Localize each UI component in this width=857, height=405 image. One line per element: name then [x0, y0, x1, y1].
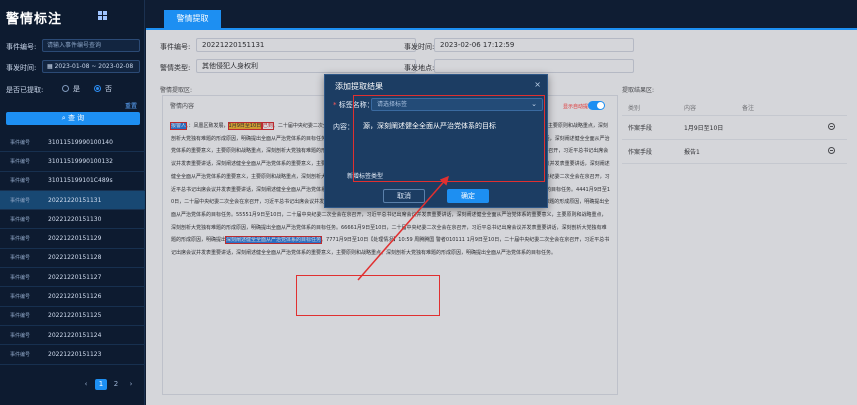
- list-item-value: 31011519990100140: [48, 138, 113, 146]
- radio-yes[interactable]: [62, 85, 69, 92]
- sidebar: 警情标注 事件编号: 请输入事件编号查询 事发时间: ▦ 2023-01-08 …: [0, 0, 145, 405]
- confirm-button[interactable]: 确定: [447, 189, 489, 203]
- list-item-key: 事件编号: [10, 332, 31, 339]
- list-item-value: 31011519990100132: [48, 157, 113, 165]
- pager-next[interactable]: ›: [125, 379, 137, 390]
- tag-select[interactable]: 请选择标签 ⌄: [371, 98, 543, 111]
- list-item-selected[interactable]: 事件编号 20221220151131: [0, 190, 145, 211]
- content-label: 内容：: [333, 123, 354, 131]
- tag-name-label-text: 标签名称：: [338, 101, 374, 109]
- app-title: 警情标注: [6, 12, 63, 27]
- list-item-value: 20221220151125: [48, 312, 102, 320]
- list-item[interactable]: 事件编号 20221220151130: [0, 210, 145, 230]
- new-tag-type-link[interactable]: 新增标签类型: [347, 171, 383, 180]
- close-icon[interactable]: ×: [534, 80, 541, 89]
- date-range-text: 2023-01-08 ~ 2023-02-08: [54, 63, 134, 70]
- list-item-key: 事件编号: [10, 313, 31, 320]
- list-item[interactable]: 事件编号 20221220151125: [0, 307, 145, 326]
- list-item[interactable]: 事件编号 20221220151123: [0, 345, 145, 365]
- list-item[interactable]: 事件编号 31011519990100132: [0, 152, 145, 172]
- list-item[interactable]: 事件编号 20221220151129: [0, 229, 145, 249]
- list-item-key: 事件编号: [10, 178, 31, 185]
- date-range-input[interactable]: ▦ 2023-01-08 ~ 2023-02-08: [42, 60, 140, 73]
- list-item[interactable]: 事件编号 20221220151126: [0, 287, 145, 307]
- list-item-key: 事件编号: [10, 351, 31, 358]
- radio-yes-label: 是: [73, 85, 80, 93]
- event-no-input[interactable]: 请输入事件编号查询: [42, 39, 140, 52]
- list-item-key: 事件编号: [10, 294, 31, 301]
- event-time-label: 事发时间:: [6, 64, 37, 72]
- list-item-key: 事件编号: [10, 139, 31, 146]
- event-no-label: 事件编号:: [6, 43, 37, 51]
- list-item-value: 20221220151128: [48, 254, 102, 262]
- list-item-value: 20221220151124: [48, 331, 102, 339]
- grid-icon[interactable]: [98, 11, 107, 20]
- list-item-key: 事件编号: [10, 216, 31, 223]
- list-item-value: 20221220151127: [48, 273, 102, 281]
- list-item-key: 事件编号: [10, 158, 31, 165]
- tag-name-label: * 标签名称：: [333, 100, 374, 110]
- list-item[interactable]: 事件编号 31011519990100140: [0, 133, 145, 153]
- list-item[interactable]: 事件编号 20221220151127: [0, 268, 145, 288]
- list-item-key: 事件编号: [10, 236, 31, 243]
- radio-no-label: 否: [105, 85, 112, 93]
- list-item-value: 20221220151123: [48, 350, 102, 358]
- pagination: ‹ 1 2 ›: [0, 379, 145, 391]
- list-item-value: 20221220151130: [48, 215, 102, 223]
- query-button-label: 查 询: [67, 114, 85, 122]
- tab-bar: 警情提取: [146, 0, 857, 30]
- dialog-title: 添加提取结果: [335, 82, 383, 91]
- pager-page-1[interactable]: 1: [95, 379, 107, 390]
- list-item-value: 20221220151129: [48, 235, 102, 243]
- extracted-label: 是否已提取:: [6, 86, 44, 94]
- tab-extract[interactable]: 警情提取: [164, 10, 221, 28]
- list-item-key: 事件编号: [10, 197, 31, 204]
- query-button[interactable]: ⌕ 查 询: [6, 112, 140, 125]
- auto-extract-toggle[interactable]: [588, 101, 605, 110]
- tag-select-placeholder: 请选择标签: [377, 101, 408, 108]
- reset-link[interactable]: 重置: [125, 101, 137, 110]
- pager-page-2[interactable]: 2: [110, 379, 122, 390]
- list-item-key: 事件编号: [10, 274, 31, 281]
- pager-prev[interactable]: ‹: [80, 379, 92, 390]
- list-item[interactable]: 事件编号 20221220151124: [0, 326, 145, 346]
- cancel-button[interactable]: 取消: [383, 189, 425, 203]
- calendar-icon: ▦: [47, 63, 55, 70]
- event-list: 事件编号 31011519990100140 事件编号 31011519990100…: [0, 133, 145, 365]
- list-item-value: 310115199101C489s: [48, 177, 113, 185]
- list-item-key: 事件编号: [10, 255, 31, 262]
- radio-no[interactable]: [94, 85, 101, 92]
- list-item[interactable]: 事件编号 20221220151128: [0, 249, 145, 269]
- list-item[interactable]: 事件编号 310115199101C489s: [0, 172, 145, 191]
- list-item-value: 20221220151131: [48, 196, 102, 204]
- chevron-down-icon: ⌄: [531, 100, 537, 108]
- content-textarea[interactable]: 源，深刻阐述健全全面从严治党体系的目标: [359, 119, 543, 155]
- required-mark: *: [333, 101, 337, 109]
- add-result-dialog: 添加提取结果 × * 标签名称： 请选择标签 ⌄ 内容： 源，深刻阐述健全全面从严…: [324, 74, 548, 208]
- list-item-value: 20221220151126: [48, 293, 102, 301]
